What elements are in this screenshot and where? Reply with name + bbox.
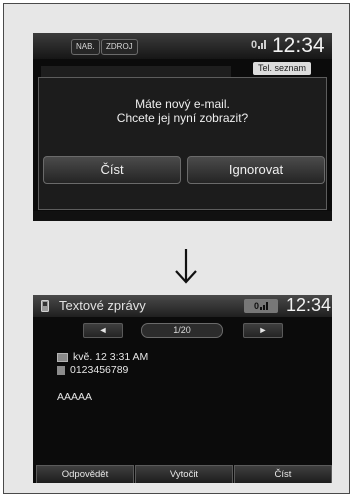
message-sender: 0123456789 bbox=[57, 364, 128, 376]
status-bar: NAB. ZDROJ 0 12:34 bbox=[33, 33, 332, 59]
dialog-message-line2: Chcete jej nyní zobrazit? bbox=[116, 111, 249, 125]
phone-icon bbox=[41, 300, 49, 312]
signal-bars-icon bbox=[258, 40, 267, 49]
message-navigation: ◄ 1/20 ► bbox=[33, 323, 332, 338]
new-email-dialog: Máte nový e-mail. Chcete jej nyní zobraz… bbox=[38, 77, 327, 210]
dialog-message-line1: Máte nový e-mail. bbox=[135, 97, 230, 111]
nav-chip[interactable]: NAB. bbox=[71, 39, 100, 55]
reply-button[interactable]: Odpovědět bbox=[36, 465, 134, 483]
message-sender-text: 0123456789 bbox=[70, 364, 129, 376]
next-message-button[interactable]: ► bbox=[243, 323, 283, 338]
read-button[interactable]: Číst bbox=[43, 156, 181, 184]
source-chip[interactable]: ZDROJ bbox=[101, 39, 138, 55]
phone-icon bbox=[57, 365, 65, 375]
page-frame: NAB. ZDROJ 0 12:34 Tel. seznam Máte nový… bbox=[3, 3, 350, 494]
signal-bars-icon bbox=[260, 302, 268, 310]
signal-indicator: 0 bbox=[251, 39, 267, 51]
call-button[interactable]: Vytočit bbox=[135, 465, 233, 483]
message-date-text: kvě. 12 3:31 AM bbox=[73, 351, 149, 363]
down-arrow-icon bbox=[175, 249, 197, 284]
previous-message-button[interactable]: ◄ bbox=[83, 323, 123, 338]
read-button[interactable]: Číst bbox=[234, 465, 332, 483]
page-indicator: 1/20 bbox=[141, 323, 223, 338]
new-email-screen: NAB. ZDROJ 0 12:34 Tel. seznam Máte nový… bbox=[33, 33, 332, 221]
text-messages-screen: Textové zprávy 0 12:34 ◄ 1/20 ► kvě. 12 … bbox=[33, 295, 332, 483]
phonebook-button[interactable]: Tel. seznam bbox=[253, 62, 311, 75]
envelope-icon bbox=[57, 352, 68, 362]
message-body: AAAAA bbox=[57, 391, 93, 403]
ignore-button[interactable]: Ignorovat bbox=[187, 156, 325, 184]
message-date: kvě. 12 3:31 AM bbox=[57, 351, 148, 363]
clock: 12:34 bbox=[286, 295, 332, 315]
bottom-bar bbox=[33, 211, 332, 221]
header-bar: Textové zprávy 0 12:34 bbox=[33, 295, 332, 317]
page-title: Textové zprávy bbox=[59, 298, 146, 313]
signal-indicator: 0 bbox=[244, 299, 278, 313]
clock: 12:34 bbox=[272, 34, 325, 57]
